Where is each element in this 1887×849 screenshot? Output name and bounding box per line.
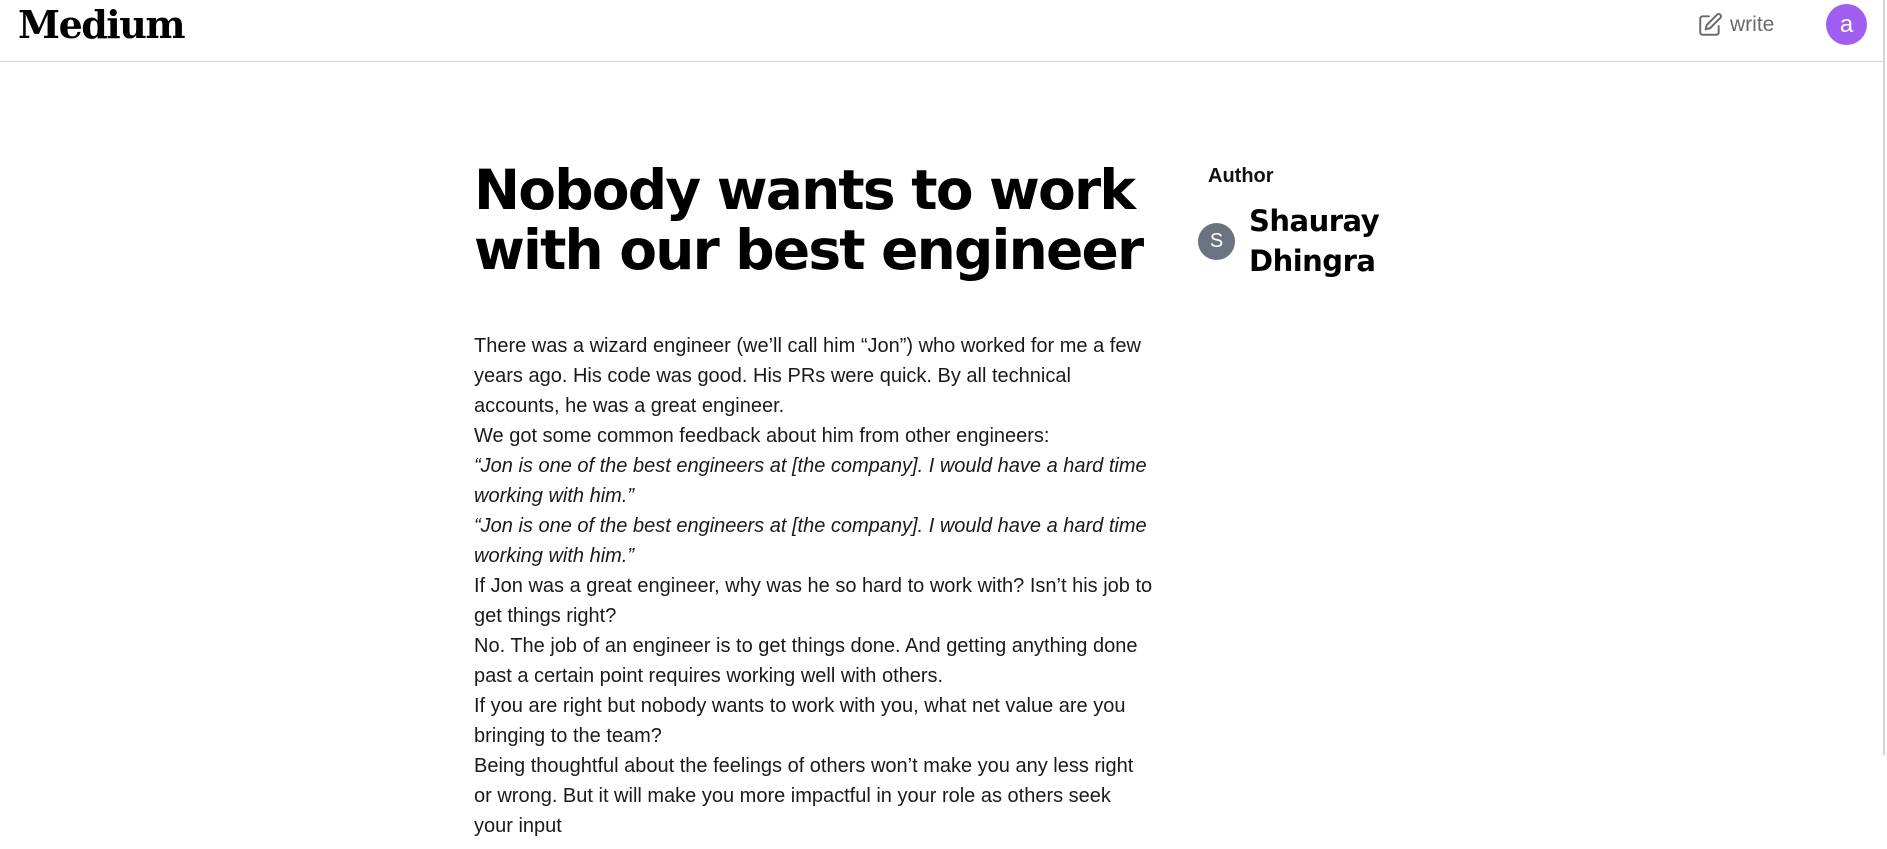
top-navigation-bar: Medium write a (0, 0, 1883, 62)
user-avatar[interactable]: a (1826, 4, 1867, 45)
pencil-square-icon (1697, 12, 1723, 38)
quote-paragraph: “Jon is one of the best engineers at [th… (474, 515, 1147, 567)
paragraph: If you are right but nobody wants to wor… (474, 695, 1126, 747)
paragraph: We got some common feedback about him fr… (474, 425, 1050, 447)
author-sidebar: Author S Shauray Dhingra (1198, 165, 1458, 281)
article: Nobody wants to work with our best engin… (474, 160, 1154, 841)
quote-paragraph: “Jon is one of the best engineers at [th… (474, 455, 1147, 507)
paragraph: No. The job of an engineer is to get thi… (474, 635, 1138, 687)
author-name[interactable]: Shauray Dhingra (1249, 201, 1409, 281)
write-button[interactable]: write (1697, 10, 1774, 40)
author-avatar[interactable]: S (1198, 222, 1235, 260)
author-heading: Author (1208, 165, 1274, 187)
article-title: Nobody wants to work with our best engin… (474, 158, 1144, 282)
medium-logo[interactable]: Medium (18, 2, 186, 47)
author-card[interactable]: S Shauray Dhingra (1198, 201, 1458, 281)
paragraph: Being thoughtful about the feelings of o… (474, 755, 1134, 837)
paragraph: There was a wizard engineer (we’ll call … (474, 335, 1141, 417)
scrollbar-track[interactable] (1883, 0, 1885, 755)
paragraph: If Jon was a great engineer, why was he … (474, 575, 1153, 627)
write-label: write (1730, 13, 1775, 36)
article-body: There was a wizard engineer (we’ll call … (474, 331, 1154, 841)
